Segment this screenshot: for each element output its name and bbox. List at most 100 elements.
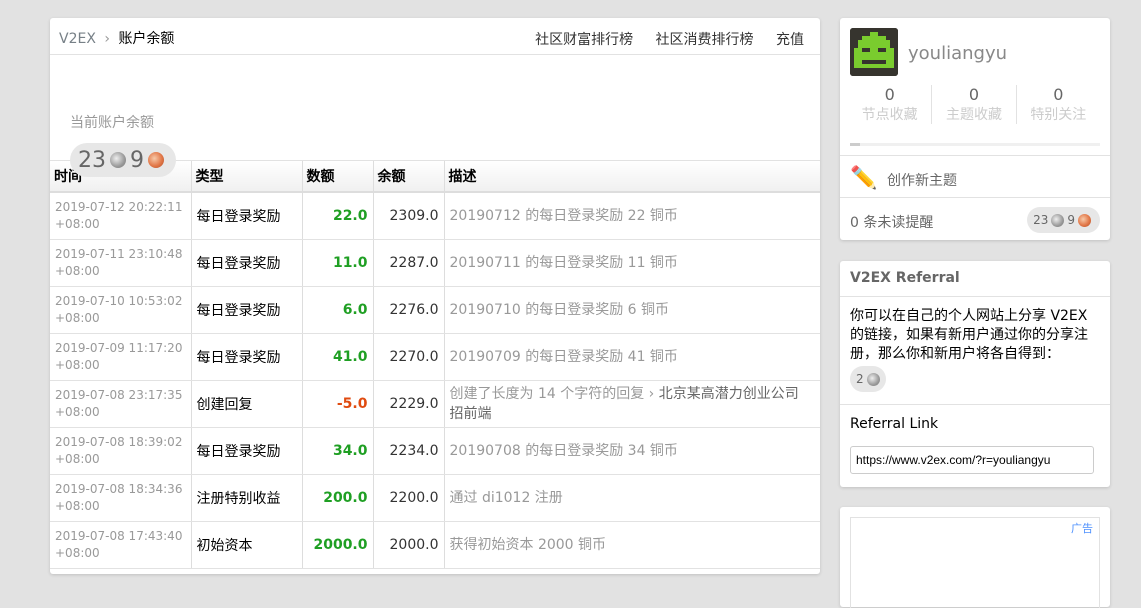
- row-time-date: 2019-07-08 23:17:35: [55, 388, 183, 402]
- column-header-amount: 数额: [302, 161, 374, 193]
- table-row: 2019-07-11 23:10:48 +08:00 每日登录奖励 11.0 2287.…: [50, 239, 820, 287]
- site-home-link[interactable]: V2EX: [59, 31, 96, 47]
- silver-coin-icon: [1051, 213, 1065, 227]
- row-type: 每日登录奖励: [191, 192, 303, 240]
- stat-count: 0: [1053, 85, 1064, 104]
- ad-frame[interactable]: 广告: [850, 517, 1100, 608]
- breadcrumb: V2EX › 账户余额: [59, 28, 174, 48]
- row-balance: 2200.0: [373, 474, 445, 522]
- row-type: 每日登录奖励: [191, 239, 303, 287]
- referral-panel: V2EX Referral 你可以在自己的个人网站上分享 V2EX 的链接，如果…: [840, 261, 1110, 487]
- balance-panel: V2EX › 账户余额 社区财富排行榜 社区消费排行榜 充值 当前账户余额 23…: [50, 18, 820, 574]
- row-balance: 2270.0: [373, 333, 445, 381]
- divider: [840, 155, 1110, 156]
- row-description-text: 通过 di1012 注册: [449, 490, 563, 506]
- row-time: 2019-07-09 11:17:20 +08:00: [50, 333, 192, 381]
- row-time-zone: +08:00: [55, 217, 100, 231]
- user-balance-badge[interactable]: 23 9: [1027, 207, 1100, 233]
- row-balance: 2287.0: [373, 239, 445, 287]
- balance-summary: 当前账户余额 23 9: [50, 55, 820, 177]
- row-time: 2019-07-08 18:34:36 +08:00: [50, 474, 192, 522]
- referral-link-label: Referral Link: [850, 416, 939, 432]
- row-time: 2019-07-10 10:53:02 +08:00: [50, 286, 192, 334]
- breadcrumb-separator: ›: [104, 31, 110, 47]
- column-header-description: 描述: [444, 161, 820, 193]
- avatar[interactable]: [850, 28, 898, 76]
- row-description-text: 20190709 的每日登录奖励 41 铜币: [449, 349, 678, 365]
- table-row: 2019-07-08 17:43:40 +08:00 初始资本 2000.0 2000.…: [50, 521, 820, 569]
- silver-coin-icon: [110, 152, 126, 168]
- row-time-zone: +08:00: [55, 311, 100, 325]
- row-time-zone: +08:00: [55, 499, 100, 513]
- row-amount: 34.0: [302, 427, 374, 475]
- row-description: 20190708 的每日登录奖励 34 铜币: [444, 427, 820, 475]
- row-description-text: 创建了长度为 14 个字符的回复 ›: [449, 386, 659, 402]
- column-header-type: 类型: [191, 161, 303, 193]
- stat-topic-favorites[interactable]: 0 主题收藏: [932, 85, 1017, 124]
- row-type: 每日登录奖励: [191, 333, 303, 381]
- row-amount: 6.0: [302, 286, 374, 334]
- balance-label: 当前账户余额: [70, 115, 154, 131]
- bronze-count: 9: [1067, 213, 1075, 227]
- silver-coin-icon: [866, 372, 880, 386]
- row-description: 通过 di1012 注册: [444, 474, 820, 522]
- recharge-link[interactable]: 充值: [776, 32, 804, 48]
- divider: [840, 197, 1110, 198]
- row-description: 20190711 的每日登录奖励 11 铜币: [444, 239, 820, 287]
- new-topic-link[interactable]: 创作新主题: [887, 170, 957, 190]
- row-time-zone: +08:00: [55, 452, 100, 466]
- row-balance: 2000.0: [373, 521, 445, 569]
- table-row: 2019-07-08 23:17:35 +08:00 创建回复 -5.0 2229.0 创…: [50, 380, 820, 428]
- row-type: 注册特别收益: [191, 474, 303, 522]
- row-description-text: 20190712 的每日登录奖励 22 铜币: [449, 208, 678, 224]
- avatar-pixel-icon: [850, 28, 898, 76]
- stat-following[interactable]: 0 特别关注: [1017, 85, 1100, 124]
- activity-progress-bar: [850, 143, 1100, 146]
- ad-panel: 广告: [840, 507, 1110, 608]
- silver-count: 23: [1033, 213, 1049, 227]
- table-row: 2019-07-09 11:17:20 +08:00 每日登录奖励 41.0 2270.…: [50, 333, 820, 381]
- table-body: 2019-07-12 20:22:11 +08:00 每日登录奖励 22.0 2309.…: [50, 192, 820, 569]
- row-amount: 11.0: [302, 239, 374, 287]
- consumption-ranking-link[interactable]: 社区消费排行榜: [656, 32, 754, 48]
- row-time: 2019-07-08 23:17:35 +08:00: [50, 380, 192, 428]
- notifications-link[interactable]: 0 条未读提醒: [850, 212, 933, 232]
- row-balance: 2229.0: [373, 380, 445, 428]
- row-description-text: 20190710 的每日登录奖励 6 铜币: [449, 302, 670, 318]
- user-stats: 0 节点收藏 0 主题收藏 0 特别关注: [848, 85, 1100, 124]
- stat-label: 节点收藏: [861, 107, 918, 123]
- balance-table: 时间 类型 数额 余额 描述 2019-07-12 20:22:11 +08:00…: [50, 161, 820, 569]
- bronze-count: 9: [130, 147, 144, 173]
- referral-link-input[interactable]: [850, 446, 1094, 474]
- row-description-text: 20190708 的每日登录奖励 34 铜币: [449, 443, 678, 459]
- row-time-date: 2019-07-12 20:22:11: [55, 200, 183, 214]
- row-amount: -5.0: [302, 380, 374, 428]
- row-type: 每日登录奖励: [191, 427, 303, 475]
- row-time-date: 2019-07-08 18:39:02: [55, 435, 183, 449]
- table-row: 2019-07-08 18:34:36 +08:00 注册特别收益 200.0 2200…: [50, 474, 820, 522]
- row-time: 2019-07-08 17:43:40 +08:00: [50, 521, 192, 569]
- stat-label: 特别关注: [1030, 107, 1087, 123]
- row-time-date: 2019-07-08 18:34:36: [55, 482, 183, 496]
- stat-count: 0: [968, 85, 980, 104]
- username[interactable]: youliangyu: [908, 43, 1007, 64]
- row-time-date: 2019-07-09 11:17:20: [55, 341, 183, 355]
- wealth-ranking-link[interactable]: 社区财富排行榜: [535, 32, 633, 48]
- ad-label: 广告: [1071, 522, 1093, 535]
- row-description-text: 获得初始资本 2000 铜币: [449, 537, 607, 553]
- row-description: 创建了长度为 14 个字符的回复 › 北京某高潜力创业公司 招前端: [444, 380, 820, 428]
- row-description: 20190710 的每日登录奖励 6 铜币: [444, 286, 820, 334]
- top-nav: 社区财富排行榜 社区消费排行榜 充值: [517, 29, 804, 49]
- row-time-zone: +08:00: [55, 358, 100, 372]
- divider: [840, 296, 1110, 297]
- row-time-zone: +08:00: [55, 264, 100, 278]
- row-balance: 2276.0: [373, 286, 445, 334]
- row-balance: 2309.0: [373, 192, 445, 240]
- balance-badge[interactable]: 23 9: [70, 143, 176, 177]
- pencil-icon: ✏️: [850, 166, 878, 191]
- table-row: 2019-07-08 18:39:02 +08:00 每日登录奖励 34.0 2234.…: [50, 427, 820, 475]
- stat-node-favorites[interactable]: 0 节点收藏: [848, 85, 933, 124]
- stat-count: 0: [884, 85, 895, 104]
- row-type: 创建回复: [191, 380, 303, 428]
- row-type: 每日登录奖励: [191, 286, 303, 334]
